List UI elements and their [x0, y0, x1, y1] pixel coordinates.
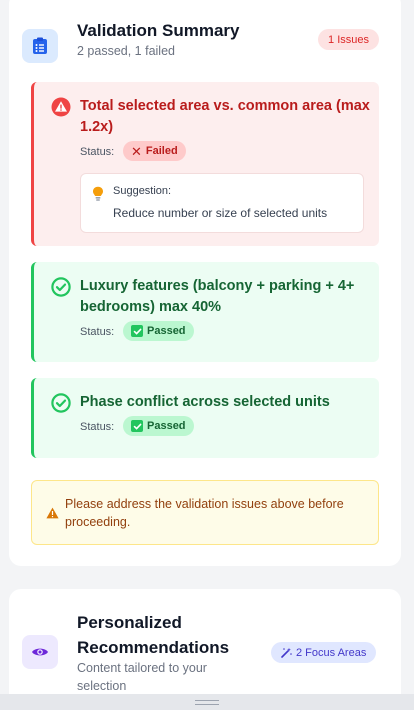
focus-areas-text: 2 Focus Areas — [296, 646, 367, 659]
recommendations-title-line2: Recommendations — [77, 638, 230, 657]
x-icon: ✕ — [131, 143, 142, 159]
checkbox-check-icon — [131, 325, 143, 337]
recommendations-subtitle-line2: selection — [77, 679, 127, 693]
suggestion-text: Reduce number or size of selected units — [113, 206, 328, 220]
validation-check-failed: Total selected area vs. common area (max… — [31, 82, 379, 246]
clipboard-list-icon — [22, 29, 58, 63]
screen: Validation Summary 2 passed, 1 failed 1 … — [0, 0, 414, 710]
recommendations-title-line1: Personalized — [77, 613, 182, 632]
eye-icon — [22, 635, 58, 669]
check-title: Luxury features (balcony + parking + 4+ … — [80, 278, 355, 315]
status-text: Passed — [147, 420, 186, 432]
check-title: Total selected area vs. common area (max… — [80, 98, 370, 135]
check-circle-icon — [51, 277, 71, 297]
suggestion-label: Suggestion: — [113, 185, 172, 197]
status-label: Status: — [80, 326, 115, 338]
suggestion-box: Suggestion: Reduce number or size of sel… — [80, 173, 364, 233]
status-badge-failed: ✕ Failed — [123, 141, 186, 161]
focus-areas-badge: 2 Focus Areas — [271, 642, 377, 663]
status-text: Failed — [145, 145, 178, 157]
validation-title: Validation Summary — [77, 21, 240, 40]
warning-triangle-icon — [46, 507, 59, 519]
issues-badge: 1 Issues — [318, 29, 379, 50]
validation-check-passed: Luxury features (balcony + parking + 4+ … — [31, 262, 379, 362]
validation-subtitle: 2 passed, 1 failed — [77, 44, 175, 58]
validation-check-passed: Phase conflict across selected units Sta… — [31, 378, 379, 458]
alert-circle-icon — [51, 97, 71, 117]
status-label: Status: — [80, 421, 115, 433]
status-text: Passed — [147, 325, 186, 337]
recommendations-subtitle-line1: Content tailored to your — [77, 661, 207, 675]
check-title: Phase conflict across selected units — [80, 394, 330, 410]
bottom-sheet-handle[interactable] — [0, 694, 414, 710]
drag-handle-icon — [195, 699, 219, 705]
check-circle-icon — [51, 393, 71, 413]
validation-warning: Please address the validation issues abo… — [31, 480, 379, 545]
lightbulb-icon — [93, 186, 103, 201]
status-badge-passed: Passed — [123, 416, 194, 436]
status-label: Status: — [80, 146, 115, 158]
magic-wand-icon — [281, 647, 292, 658]
warning-text: Please address the validation issues abo… — [65, 497, 344, 529]
status-badge-passed: Passed — [123, 321, 194, 341]
checkbox-check-icon — [131, 420, 143, 432]
